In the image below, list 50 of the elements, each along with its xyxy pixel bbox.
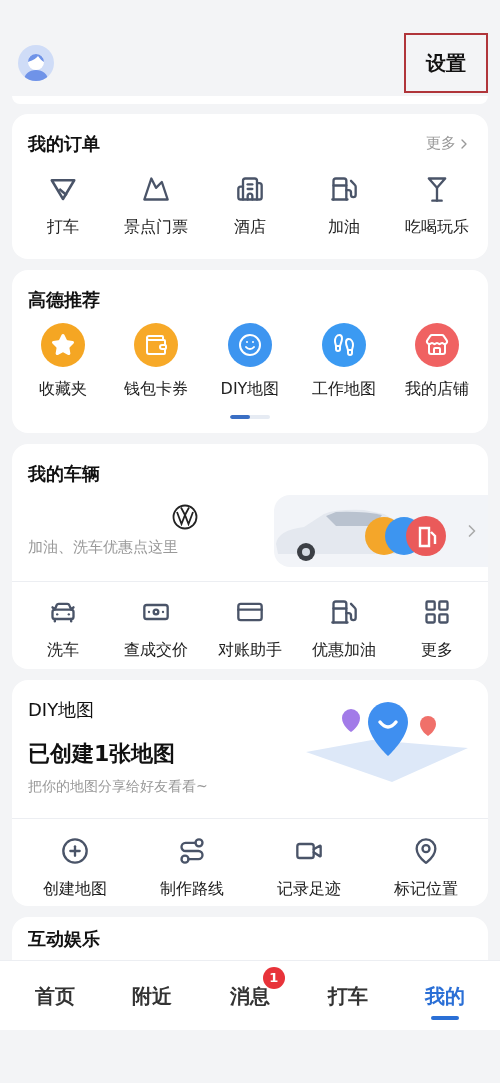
shortcut-button[interactable]: 我的店铺 — [390, 323, 484, 401]
shortcut-button[interactable]: 制作路线 — [133, 833, 250, 901]
shortcut-button[interactable]: 加油 — [296, 171, 391, 239]
shortcut-button[interactable]: 酒店 — [203, 171, 297, 239]
store-icon — [425, 333, 450, 357]
mountain-icon — [142, 175, 171, 203]
shortcut-button[interactable]: 钱包卡券 — [109, 323, 204, 401]
map-share-hint: 把你的地图分享给好友看看~ — [28, 777, 208, 796]
grid-icon — [423, 598, 452, 626]
shortcut-button[interactable]: 景点门票 — [109, 171, 204, 239]
section-title: DIY地图 — [28, 698, 96, 722]
map-count-headline: 已创建1张地图 — [28, 740, 177, 768]
tab[interactable]: 附近 — [103, 961, 202, 1030]
logo-icon — [172, 503, 198, 530]
shortcut-button[interactable]: DIY地图 — [203, 323, 297, 401]
wallet-icon — [144, 333, 169, 357]
section-title: 我的车辆 — [28, 463, 100, 484]
shortcut-button[interactable]: 对账助手 — [203, 594, 297, 662]
fuel-pump-icon — [329, 175, 358, 203]
shortcut-button[interactable]: 创建地图 — [16, 833, 133, 901]
smile-icon — [238, 333, 262, 357]
building-icon — [236, 175, 264, 203]
section-title: 高德推荐 — [28, 289, 100, 310]
tab[interactable]: 我的 — [396, 961, 494, 1030]
shortcut-button[interactable]: 优惠加油 — [296, 594, 391, 662]
shortcut-button[interactable]: 打车 — [16, 171, 110, 239]
tab[interactable]: 打车 — [298, 961, 397, 1030]
route-icon — [177, 837, 206, 865]
shortcut-button[interactable]: 标记位置 — [367, 833, 484, 901]
shortcut-button[interactable]: 更多 — [390, 594, 484, 662]
shortcut-button[interactable]: 吃喝玩乐 — [390, 171, 484, 239]
shortcut-button[interactable]: 记录足迹 — [250, 833, 367, 901]
shortcut-button[interactable]: 工作地图 — [296, 323, 391, 401]
fuel-pump-icon — [329, 598, 358, 626]
shortcut-button[interactable]: 收藏夹 — [16, 323, 110, 401]
active-indicator — [431, 1016, 460, 1020]
vehicle-hint: 加油、洗车优惠点这里 — [28, 536, 179, 558]
shortcut-button[interactable]: 查成交价 — [109, 594, 204, 662]
shortcut-button[interactable]: 洗车 — [16, 594, 110, 662]
tab[interactable]: 消息 1 — [201, 961, 299, 1030]
tab[interactable]: 首页 — [6, 961, 104, 1030]
vehicle-banner[interactable] — [274, 495, 488, 567]
star-icon — [50, 333, 75, 357]
section-title: 互动娱乐 — [28, 927, 101, 951]
section-title: 我的订单 — [28, 132, 100, 156]
settings-button[interactable]: 设置 — [404, 33, 488, 93]
avatar[interactable] — [18, 45, 54, 81]
plus-circle-icon — [60, 837, 89, 865]
page-indicator — [230, 415, 270, 419]
unread-badge: 1 — [262, 967, 285, 989]
